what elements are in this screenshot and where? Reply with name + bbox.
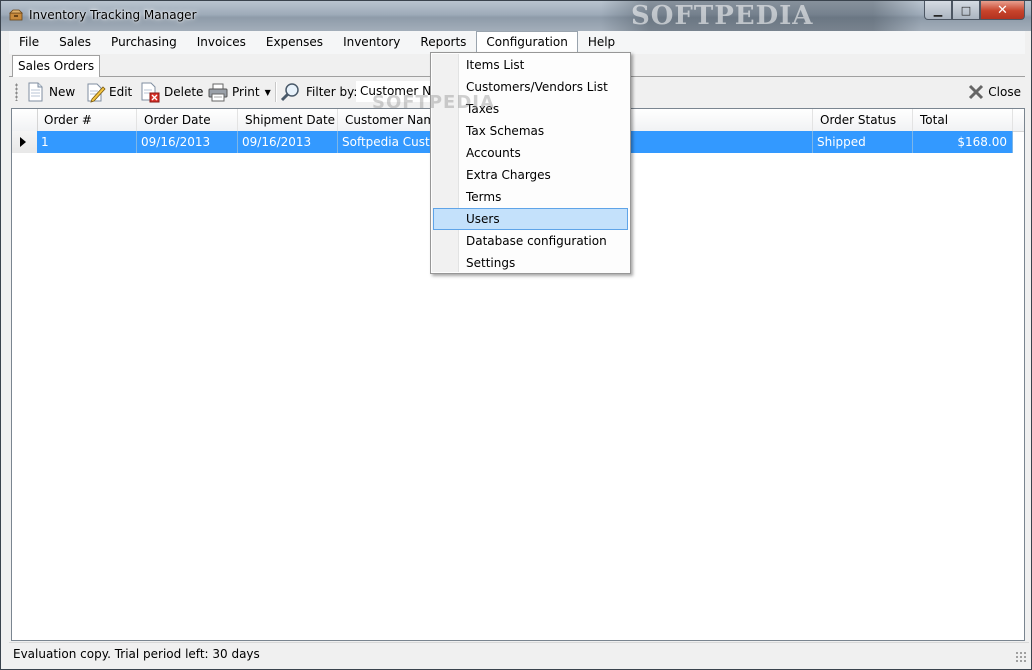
- maximize-button[interactable]: □: [952, 1, 980, 20]
- delete-document-icon: [141, 82, 160, 103]
- close-tab-button[interactable]: Close: [967, 80, 1021, 104]
- new-document-icon: [28, 82, 43, 102]
- column-header-shipment-date[interactable]: Shipment Date: [238, 109, 338, 131]
- delete-button[interactable]: Delete: [139, 80, 203, 104]
- menu-invoices[interactable]: Invoices: [187, 31, 256, 54]
- menu-inventory[interactable]: Inventory: [333, 31, 410, 54]
- menu-file[interactable]: File: [9, 31, 49, 54]
- menu-item-customers-vendors-list[interactable]: Customers/Vendors List: [433, 76, 628, 98]
- column-header-order-status[interactable]: Order Status: [813, 109, 913, 131]
- cell-total[interactable]: $168.00: [913, 131, 1013, 153]
- cell-order-status[interactable]: Shipped: [813, 131, 913, 153]
- column-header-order-date[interactable]: Order Date: [137, 109, 238, 131]
- menu-purchasing[interactable]: Purchasing: [101, 31, 187, 54]
- printer-icon: [208, 83, 228, 102]
- tab-sales-orders[interactable]: Sales Orders: [12, 55, 101, 78]
- window-title: Inventory Tracking Manager: [29, 8, 197, 22]
- menu-item-terms[interactable]: Terms: [433, 186, 628, 208]
- menu-help[interactable]: Help: [578, 31, 625, 54]
- toolbar-grip-icon[interactable]: [15, 83, 18, 101]
- close-window-button[interactable]: ✕: [980, 1, 1025, 20]
- cell-shipment-date[interactable]: 09/16/2013: [238, 131, 338, 153]
- toolbar-separator: [275, 82, 277, 102]
- filter-search-icon: [280, 83, 299, 102]
- menu-item-items-list[interactable]: Items List: [433, 54, 628, 76]
- menu-configuration[interactable]: Configuration: [476, 31, 578, 54]
- grid-corner: [12, 109, 38, 131]
- print-button[interactable]: Print ▼: [207, 80, 271, 104]
- print-dropdown-arrow-icon[interactable]: ▼: [265, 88, 271, 97]
- print-label: Print: [232, 85, 260, 99]
- title-bar[interactable]: Inventory Tracking Manager SOFTPEDIA ▁ □…: [1, 1, 1031, 31]
- configuration-dropdown-menu: Items List Customers/Vendors List Taxes …: [430, 52, 631, 274]
- menu-item-accounts[interactable]: Accounts: [433, 142, 628, 164]
- cell-order-no[interactable]: 1: [37, 131, 137, 153]
- edit-document-icon: [87, 83, 106, 103]
- menu-bar: File Sales Purchasing Invoices Expenses …: [9, 31, 1025, 54]
- menu-item-settings[interactable]: Settings: [433, 252, 628, 274]
- status-text: Evaluation copy. Trial period left: 30 d…: [13, 647, 260, 661]
- caption-buttons: ▁ □ ✕: [924, 1, 1025, 21]
- column-header-total[interactable]: Total: [913, 109, 1013, 131]
- column-header-order-no[interactable]: Order #: [37, 109, 137, 131]
- delete-label: Delete: [164, 85, 204, 99]
- menu-item-extra-charges[interactable]: Extra Charges: [433, 164, 628, 186]
- menu-item-users[interactable]: Users: [433, 208, 628, 230]
- menu-reports[interactable]: Reports: [410, 31, 476, 54]
- menu-item-tax-schemas[interactable]: Tax Schemas: [433, 120, 628, 142]
- resize-grip-icon[interactable]: [1015, 651, 1027, 663]
- new-button[interactable]: New: [24, 80, 75, 104]
- filter-label: Filter by:: [306, 85, 358, 99]
- menu-item-database-configuration[interactable]: Database configuration: [433, 230, 628, 252]
- menu-sales[interactable]: Sales: [49, 31, 101, 54]
- cell-order-date[interactable]: 09/16/2013: [137, 131, 238, 153]
- close-icon: [969, 84, 984, 100]
- menu-expenses[interactable]: Expenses: [256, 31, 333, 54]
- status-bar: Evaluation copy. Trial period left: 30 d…: [9, 642, 1029, 665]
- new-label: New: [49, 85, 76, 99]
- edit-label: Edit: [109, 85, 133, 99]
- app-icon: [9, 9, 23, 21]
- close-label: Close: [988, 85, 1021, 99]
- menu-item-taxes[interactable]: Taxes: [433, 98, 628, 120]
- edit-button[interactable]: Edit: [84, 80, 132, 104]
- minimize-button[interactable]: ▁: [924, 1, 952, 20]
- title-watermark: SOFTPEDIA: [601, 1, 921, 31]
